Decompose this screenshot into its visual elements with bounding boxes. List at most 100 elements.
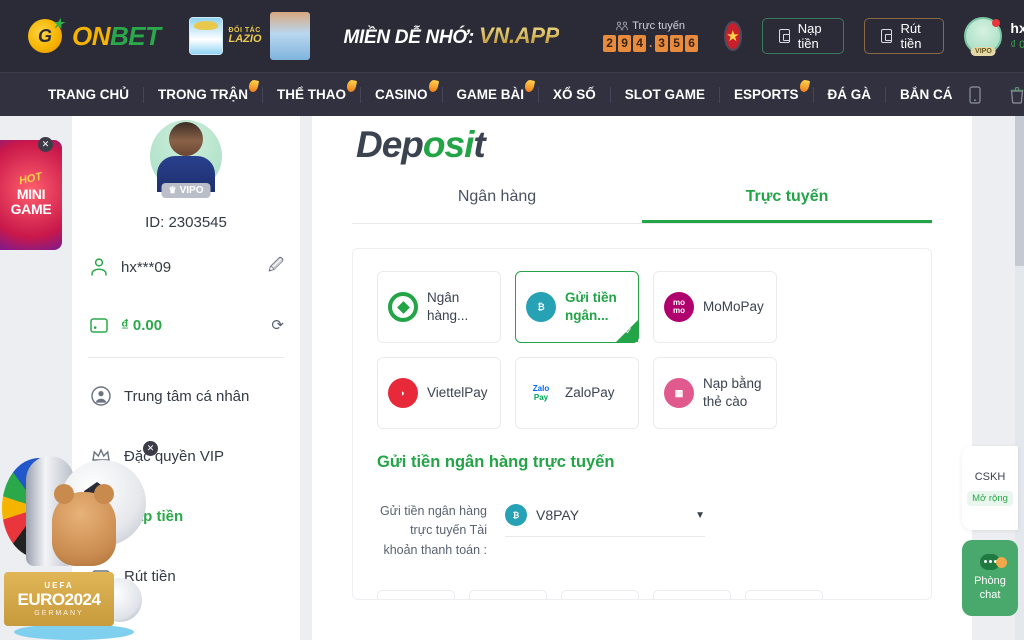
site-logo[interactable]: G ★ ONBET xyxy=(28,16,161,53)
nav-item-da-ga[interactable]: ĐÁ GÀ xyxy=(814,86,887,103)
nav-item-slot-game[interactable]: SLOT GAME xyxy=(611,86,721,103)
nav-label: TRANG CHỦ xyxy=(48,86,129,102)
chat-bubble-icon xyxy=(980,553,1007,570)
amount-option-button[interactable] xyxy=(377,590,455,599)
v8pay-icon: ₿ xyxy=(505,504,527,526)
close-icon[interactable]: ✕ xyxy=(143,441,158,456)
selected-check-icon xyxy=(616,320,638,342)
vietnam-flag-icon[interactable]: ★ xyxy=(724,21,742,51)
page-root: G ★ ONBET ĐỐI TÁC LAZIO MIỀN DỄ NHỚ: VN.… xyxy=(0,0,1024,640)
wallet-icon xyxy=(778,29,790,43)
payment-method-zalopay[interactable]: Zalo Pay ZaloPay xyxy=(515,357,639,429)
euro-title: EURO2024 xyxy=(17,590,101,609)
euro-2024-banner[interactable]: UEFA EURO2024 GERMANY xyxy=(0,440,148,640)
main-navigation: TRANG CHỦ TRONG TRẬN THỂ THAO CASINO GAM… xyxy=(0,72,1024,116)
avatar[interactable]: VIPO xyxy=(964,17,1003,56)
partner-text: ĐỐI TÁC LAZIO xyxy=(229,27,262,46)
logo-letter: G xyxy=(37,25,52,46)
cskh-expand-button[interactable]: Mở rộng xyxy=(967,490,1013,506)
bank-icon xyxy=(388,292,418,322)
deposit-tabs: Ngân hàng Trực tuyến xyxy=(352,188,932,224)
main-content: Deposit Ngân hàng Trực tuyến Ngân hàng..… xyxy=(312,116,972,640)
deposit-panel: Ngân hàng... ₿ Gửi tiền ngân... momo MoM… xyxy=(352,248,932,600)
chat-line1: Phòng xyxy=(974,574,1006,587)
close-icon[interactable]: ✕ xyxy=(38,137,53,152)
payment-method-label: Nạp bằng thẻ cào xyxy=(703,375,762,409)
logo-text-on: ON xyxy=(72,20,111,51)
nav-item-trong-tran[interactable]: TRONG TRẬN xyxy=(144,78,263,103)
mobile-icon[interactable] xyxy=(967,85,983,104)
nav-label: BẮN CÁ xyxy=(900,86,953,102)
amount-option-button[interactable] xyxy=(469,590,547,599)
avatar[interactable]: ♛ VIPO xyxy=(150,120,222,198)
sidebar-item-label: Trung tâm cá nhân xyxy=(124,387,250,405)
online-digit: 9 xyxy=(618,35,632,52)
minigame-widget[interactable]: HOT MINI GAME xyxy=(0,140,62,250)
header-user-area[interactable]: VIPO hx***09 ₫ 0.00 ⟳ xyxy=(964,11,1024,61)
v8pay-icon: ₿ xyxy=(526,292,556,322)
nav-item-xo-so[interactable]: XỔ SỐ xyxy=(539,86,611,103)
promo-domain-banner[interactable]: MIỀN DỄ NHỚ: VN.APP xyxy=(344,23,560,49)
nav-item-game-bai[interactable]: GAME BÀI xyxy=(443,78,540,103)
chat-room-widget[interactable]: Phòng chat xyxy=(962,540,1018,616)
sidebar-avatar-wrap: ♛ VIPO xyxy=(72,116,300,198)
payment-method-bank[interactable]: Ngân hàng... xyxy=(377,271,501,343)
sidebar-item-personal-center[interactable]: Trung tâm cá nhân xyxy=(72,366,300,426)
sidebar-username: hx***09 xyxy=(121,258,172,276)
download-app-icon[interactable] xyxy=(1009,86,1024,104)
online-counter: Trực tuyến 2 9 4 . 3 5 6 xyxy=(603,20,699,52)
payment-account-select[interactable]: ₿ V8PAY ▼ xyxy=(505,498,705,537)
lazio-player-image xyxy=(269,12,310,60)
cskh-title: CSKH xyxy=(974,470,1006,483)
refresh-icon[interactable]: ⟳ xyxy=(271,316,284,334)
payment-method-online-bank[interactable]: ₿ Gửi tiền ngân... xyxy=(515,271,639,343)
online-digit-separator: . xyxy=(648,36,653,50)
customer-support-widget[interactable]: CSKH Mở rộng xyxy=(962,446,1018,530)
payment-account-form-row: Gửi tiền ngân hàng trực tuyến Tài khoản … xyxy=(377,498,907,560)
edit-icon[interactable]: 🖉 xyxy=(268,255,284,280)
momo-icon: mo mo xyxy=(664,292,694,322)
nav-item-esports[interactable]: ESPORTS xyxy=(720,78,814,103)
header-user-meta: hx***09 ₫ 0.00 ⟳ xyxy=(1010,19,1024,53)
nav-item-trang-chu[interactable]: TRANG CHỦ xyxy=(34,86,144,103)
minigame-hot-label: HOT xyxy=(18,171,44,188)
tab-truc-tuyen[interactable]: Trực tuyến xyxy=(642,188,932,223)
user-icon xyxy=(91,258,107,276)
scratch-card-icon: ▦ xyxy=(664,378,694,408)
amount-option-button[interactable] xyxy=(653,590,731,599)
nav-item-the-thao[interactable]: THỂ THAO xyxy=(263,78,361,103)
fire-icon xyxy=(345,78,358,93)
chat-label: Phòng chat xyxy=(974,574,1006,603)
payment-method-grid: Ngân hàng... ₿ Gửi tiền ngân... momo MoM… xyxy=(377,271,907,429)
header-deposit-button[interactable]: Nạp tiền xyxy=(761,18,845,54)
amount-option-button[interactable] xyxy=(745,590,823,599)
partner-lazio-banner[interactable]: ĐỐI TÁC LAZIO xyxy=(188,12,310,60)
nav-item-ban-ca[interactable]: BẮN CÁ xyxy=(886,87,967,103)
payment-method-viettelpay[interactable]: ◗ ViettelPay xyxy=(377,357,501,429)
nav-item-casino[interactable]: CASINO xyxy=(361,78,443,103)
minigame-line1: MINI xyxy=(16,186,46,203)
header-withdraw-button[interactable]: Rút tiền xyxy=(864,18,945,54)
payment-method-scratch-card[interactable]: ▦ Nạp bằng thẻ cào xyxy=(653,357,777,429)
promo-domain: VN.APP xyxy=(479,23,560,48)
minigame-title: MINI GAME xyxy=(11,187,52,216)
amount-option-button[interactable] xyxy=(561,590,639,599)
minigame-line2: GAME xyxy=(10,201,52,217)
header-username: hx***09 xyxy=(1010,20,1024,37)
nav-label: SLOT GAME xyxy=(624,86,706,102)
tab-ngan-hang[interactable]: Ngân hàng xyxy=(352,188,642,223)
online-digit: 2 xyxy=(603,35,617,52)
nav-label: THỂ THAO xyxy=(277,86,346,102)
payment-method-momo[interactable]: mo mo MoMoPay xyxy=(653,271,777,343)
nav-label: TRONG TRẬN xyxy=(158,86,248,102)
online-digits: 2 9 4 . 3 5 6 xyxy=(603,35,699,52)
online-digit: 3 xyxy=(655,35,669,52)
scrollbar-thumb[interactable] xyxy=(1015,116,1024,266)
euro-mascot-icon xyxy=(52,484,116,566)
amount-options-row xyxy=(377,590,907,599)
page-title-part3: t xyxy=(473,124,485,165)
header-withdraw-label: Rút tiền xyxy=(900,21,922,51)
people-icon xyxy=(616,21,628,30)
user-id: ID: 2303545 xyxy=(145,214,227,231)
header-deposit-label: Nạp tiền xyxy=(797,21,822,51)
